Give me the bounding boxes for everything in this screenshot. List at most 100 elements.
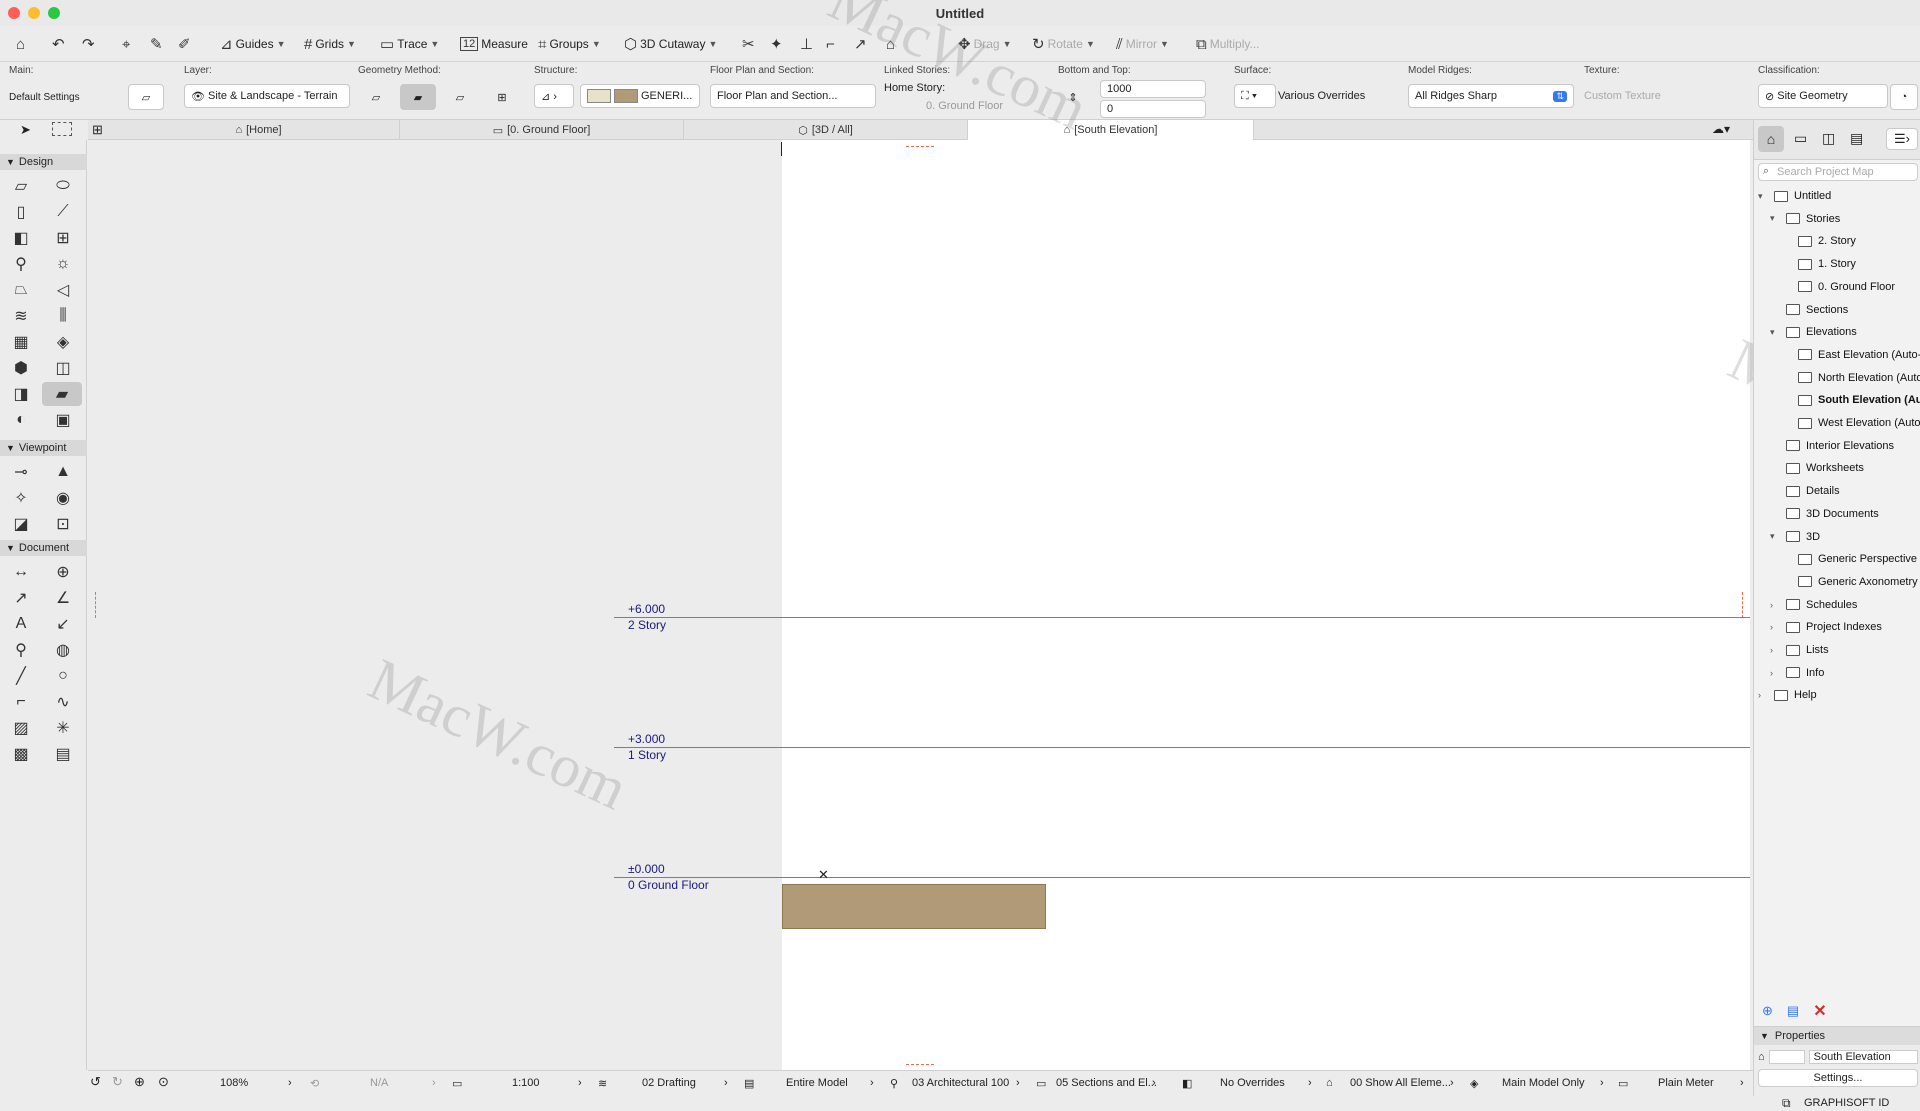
zoom-in-icon[interactable]: ⊕ [134, 1074, 145, 1090]
rotate-button[interactable]: ↻ Rotate ▼ [1032, 32, 1095, 56]
chevron-right-icon[interactable]: › [1770, 668, 1780, 678]
spline-tool-icon[interactable]: ∿ [46, 690, 80, 714]
mesh-element[interactable] [782, 884, 1046, 929]
circle-tool-icon[interactable]: ○ [46, 664, 80, 688]
change-tool-icon[interactable]: ▤ [46, 742, 80, 766]
project-map-icon[interactable]: ⌂ [1758, 126, 1784, 152]
tree-item[interactable]: North Elevation (Auto [1782, 368, 1920, 388]
curtain-wall-tool-icon[interactable]: ▦ [4, 330, 38, 354]
chevron-right-icon[interactable]: › [724, 1077, 728, 1089]
story-level-line[interactable] [614, 617, 1750, 618]
geometry-simple-icon[interactable]: ▱ [358, 84, 394, 110]
tab-ground-floor[interactable]: ▭ [0. Ground Floor] [400, 120, 684, 140]
properties-header[interactable]: ▼ Properties [1754, 1027, 1920, 1045]
tree-item[interactable]: ▾ Stories [1770, 209, 1840, 229]
geometry-mesh-icon[interactable]: ⊞ [484, 84, 520, 110]
minimize-window-button[interactable] [28, 7, 40, 19]
angle-dimension-tool-icon[interactable]: ∠ [46, 586, 80, 610]
chevron-right-icon[interactable]: › [1740, 1077, 1744, 1089]
bottom-offset-input[interactable]: 0 [1100, 100, 1206, 118]
surface-picker-icon[interactable]: ⛶ ▾ [1234, 84, 1276, 108]
grids-button[interactable]: # Grids ▼ [304, 32, 356, 56]
dimension-tool-icon[interactable]: ↔ [4, 560, 38, 584]
graphic-overrides-value[interactable]: No Overrides [1220, 1077, 1285, 1089]
arrow-select-icon[interactable]: ➤ [20, 122, 31, 138]
skylight-tool-icon[interactable]: ◫ [46, 356, 80, 380]
scissors-icon[interactable]: ✂ [742, 32, 755, 56]
panel-tool-icon[interactable]: ▣ [46, 408, 80, 432]
chevron-right-icon[interactable]: › [870, 1077, 874, 1089]
3d-cutaway-button[interactable]: ⬡ 3D Cutaway ▼ [624, 32, 717, 56]
detail-tool-icon[interactable]: ◪ [4, 512, 38, 536]
graphisoft-id[interactable]: GRAPHISOFT ID [1804, 1097, 1889, 1109]
morph-tool-icon[interactable]: ⬢ [4, 356, 38, 380]
chevron-right-icon[interactable]: › [578, 1077, 582, 1089]
chevron-right-icon[interactable]: › [1600, 1077, 1604, 1089]
structure-display-value[interactable]: Main Model Only [1502, 1077, 1585, 1089]
drag-button[interactable]: ✥ Drag ▼ [958, 32, 1012, 56]
project-map-search[interactable]: ⌕ Search Project Map [1758, 163, 1918, 181]
view-settings-icon[interactable]: ☁▾ [1712, 122, 1730, 136]
tree-item[interactable]: 1. Story [1782, 254, 1856, 274]
tab-overview-icon[interactable]: ⊞ [92, 122, 103, 138]
scale-value[interactable]: 1:100 [512, 1077, 540, 1089]
slab-tool-icon[interactable]: ⬭ [46, 174, 80, 198]
undo-icon[interactable]: ↶ [52, 32, 65, 56]
chevron-right-icon[interactable]: › [1308, 1077, 1312, 1089]
redo-icon[interactable]: ↷ [82, 32, 95, 56]
radial-dimension-tool-icon[interactable]: ↗ [4, 586, 38, 610]
chevron-right-icon[interactable]: › [1450, 1077, 1454, 1089]
tree-item[interactable]: Generic Perspective [1782, 549, 1917, 569]
shell-tool-icon[interactable]: ◁ [46, 278, 80, 302]
reference-id-field[interactable] [1768, 1050, 1805, 1064]
column-tool-icon[interactable]: ▯ [4, 200, 38, 224]
wall-tool-icon[interactable]: ▱ [4, 174, 38, 198]
story-level-line[interactable] [614, 747, 1750, 748]
level-dimension-tool-icon[interactable]: ⊕ [46, 560, 80, 584]
tree-item[interactable]: Sections [1770, 300, 1848, 320]
open-view-icon[interactable]: ▤ [1787, 1003, 1799, 1019]
measure-button[interactable]: 12 Measure [460, 32, 528, 56]
tree-item[interactable]: 3D Documents [1770, 504, 1879, 524]
worksheet-tool-icon[interactable]: ◉ [46, 486, 80, 510]
tree-item[interactable]: ▾ Elevations [1770, 322, 1857, 342]
home-story-value[interactable]: 0. Ground Floor [926, 100, 1003, 112]
zoom-value[interactable]: 108% [220, 1077, 248, 1089]
tree-item[interactable]: 0. Ground Floor [1782, 277, 1895, 297]
tree-item[interactable]: ▾ Untitled [1758, 186, 1831, 206]
magic-wand-icon[interactable]: ✦ [770, 32, 783, 56]
chevron-down-icon[interactable]: ▾ [1758, 191, 1768, 202]
zoom-window-button[interactable] [48, 7, 60, 19]
label-tool-icon[interactable]: ↙ [46, 612, 80, 636]
multiply-button[interactable]: ⧉ Multiply... [1196, 32, 1260, 56]
tree-item[interactable]: South Elevation (Au [1782, 390, 1920, 410]
settings-button[interactable]: Settings... [1758, 1069, 1918, 1087]
tab-3d-all[interactable]: ⬡ [3D / All] [684, 120, 968, 140]
tab-home[interactable]: ⌂ [Home] [118, 120, 400, 140]
adjust-icon[interactable]: ↗ [854, 32, 867, 56]
offset-icon[interactable]: ⌂ [886, 32, 895, 56]
hotspot-tool-icon[interactable]: ⚲ [4, 638, 38, 662]
toolbox-section-document[interactable]: ▼ Document [0, 540, 87, 556]
tree-item[interactable]: › Project Indexes [1770, 617, 1882, 637]
tree-item[interactable]: › Schedules [1770, 595, 1857, 615]
layout-book-icon[interactable]: ◫ [1822, 130, 1835, 147]
drawing-tool-icon[interactable]: ✳ [46, 716, 80, 740]
structure-type-icon[interactable]: ⊿ › [534, 84, 574, 108]
texture-value[interactable]: Custom Texture [1584, 90, 1661, 102]
door-tool-icon[interactable]: ◧ [4, 226, 38, 250]
tree-item[interactable]: Interior Elevations [1770, 436, 1894, 456]
toolbox-section-design[interactable]: ▼ Design [0, 154, 87, 170]
properties-extra-icon[interactable]: ◔ [1890, 84, 1918, 110]
tree-item[interactable]: › Help [1758, 685, 1817, 705]
figure-tool-icon[interactable]: ▩ [4, 742, 38, 766]
tree-item[interactable]: Generic Axonometry [1782, 572, 1918, 592]
intersect-icon[interactable]: ⌐ [826, 32, 835, 56]
chevron-right-icon[interactable]: › [1016, 1077, 1020, 1089]
mesh-tool-icon[interactable]: ▰ [42, 382, 82, 406]
elevation-tool-icon[interactable]: ▲ [46, 460, 80, 484]
interior-elevation-tool-icon[interactable]: ✧ [4, 486, 38, 510]
view-name-field[interactable]: South Elevation [1808, 1050, 1918, 1064]
layer-combination-value[interactable]: 02 Drafting [642, 1077, 696, 1089]
layout-icon[interactable]: ⧉ [1782, 1096, 1791, 1111]
